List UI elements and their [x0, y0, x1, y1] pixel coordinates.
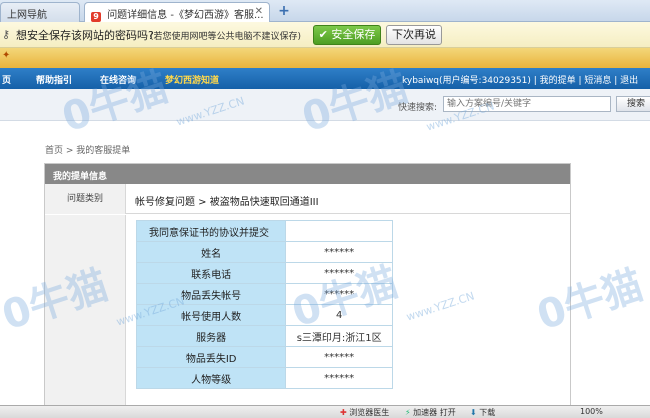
tab-ticket-detail[interactable]: 9 问题详细信息 -《梦幻西游》客服... ✕ [84, 2, 270, 23]
nav-home[interactable]: 页 [2, 73, 11, 86]
field-value: s三潭印月:浙江1区 [285, 325, 393, 347]
field-value: ****** [285, 346, 393, 368]
save-password-hint: (若您使用网吧等公共电脑不建议保存) [150, 32, 302, 42]
agreement-value [285, 220, 393, 242]
table-row: 物品丢失ID ****** [135, 346, 393, 368]
tab-strip: 上网导航 9 问题详细信息 -《梦幻西游》客服... ✕ + [0, 0, 650, 23]
site-favicon-icon: 9 [91, 12, 101, 22]
doctor-icon: ✚ [340, 408, 347, 417]
browser-doctor-link[interactable]: ✚ 浏览器医生 [340, 407, 389, 418]
new-tab-button[interactable]: + [276, 3, 292, 19]
download-link[interactable]: ⬇ 下载 [470, 407, 495, 418]
agreement-label: 我同意保证书的协议并提交 [135, 220, 287, 242]
ticket-form-table: 我同意保证书的协议并提交 姓名 ****** 联系电话 ****** 物品丢失帐… [135, 220, 393, 389]
nav-mhxy-knowledge[interactable]: 梦幻西游知道 [165, 73, 219, 86]
category-value: 帐号修复问题 > 被盗物品快速取回通道III [135, 197, 319, 208]
field-label: 服务器 [135, 325, 287, 347]
tab-label: 上网导航 [7, 10, 47, 21]
field-value: 4 [285, 304, 393, 326]
field-label: 联系电话 [135, 262, 287, 284]
breadcrumb: 首页 > 我的客服提单 [45, 146, 131, 156]
status-bar: ✚ 浏览器医生 ⚡ 加速器 打开 ⬇ 下载 100% [0, 405, 650, 418]
field-label: 物品丢失帐号 [135, 283, 287, 305]
detail-label-column [45, 215, 126, 418]
field-value: ****** [285, 241, 393, 263]
table-row: 人物等级 ****** [135, 367, 393, 389]
main-nav: 页 帮助指引 在线咨询 梦幻西游知道 kybaiwq(用户编号:34029351… [0, 68, 650, 89]
field-label: 人物等级 [135, 367, 287, 389]
lightning-icon: ⚡ [405, 408, 411, 417]
field-label: 姓名 [135, 241, 287, 263]
accelerator-link[interactable]: ⚡ 加速器 打开 [405, 407, 456, 418]
field-label: 帐号使用人数 [135, 304, 287, 326]
search-input[interactable] [443, 96, 611, 112]
field-value: ****** [285, 283, 393, 305]
search-label: 快速搜索: [398, 103, 438, 113]
tab-navigation[interactable]: 上网导航 [0, 2, 80, 22]
nav-help[interactable]: 帮助指引 [36, 73, 72, 86]
table-row: 我同意保证书的协议并提交 [135, 220, 393, 242]
site-logo: ✦ [2, 50, 11, 61]
search-bar: 快速搜索: 搜索 [0, 89, 650, 121]
user-info-links[interactable]: kybaiwq(用户编号:34029351) | 我的提单 | 短消息 | 退出 [402, 73, 638, 86]
safe-save-button[interactable]: ✔ 安全保存 [313, 25, 381, 45]
site-banner: ✦ [0, 48, 650, 68]
table-row: 服务器 s三潭印月:浙江1区 [135, 325, 393, 347]
download-icon: ⬇ [470, 408, 477, 417]
check-icon: ✔ [318, 28, 328, 41]
close-tab-icon[interactable]: ✕ [255, 6, 263, 17]
field-label: 物品丢失ID [135, 346, 287, 368]
password-save-bar: ⚷ 想安全保存该网站的密码吗? (若您使用网吧等公共电脑不建议保存) ✔ 安全保… [0, 22, 650, 48]
tab-label: 问题详细信息 -《梦幻西游》客服... [107, 10, 264, 21]
key-icon: ⚷ [2, 28, 11, 41]
zoom-level[interactable]: 100% [580, 407, 603, 416]
table-row: 物品丢失帐号 ****** [135, 283, 393, 305]
later-button[interactable]: 下次再说 [386, 25, 442, 45]
ticket-panel: 我的提单信息 问题类别 帐号修复问题 > 被盗物品快速取回通道III 我同意保证… [44, 163, 571, 418]
search-button[interactable]: 搜索 [616, 96, 650, 112]
table-row: 姓名 ****** [135, 241, 393, 263]
save-password-question: 想安全保存该网站的密码吗? [16, 29, 154, 42]
field-value: ****** [285, 262, 393, 284]
table-row: 联系电话 ****** [135, 262, 393, 284]
nav-online-consult[interactable]: 在线咨询 [100, 73, 136, 86]
category-row: 问题类别 帐号修复问题 > 被盗物品快速取回通道III [45, 184, 570, 214]
category-label: 问题类别 [45, 184, 126, 214]
field-value: ****** [285, 367, 393, 389]
table-row: 帐号使用人数 4 [135, 304, 393, 326]
panel-title: 我的提单信息 [45, 164, 570, 184]
